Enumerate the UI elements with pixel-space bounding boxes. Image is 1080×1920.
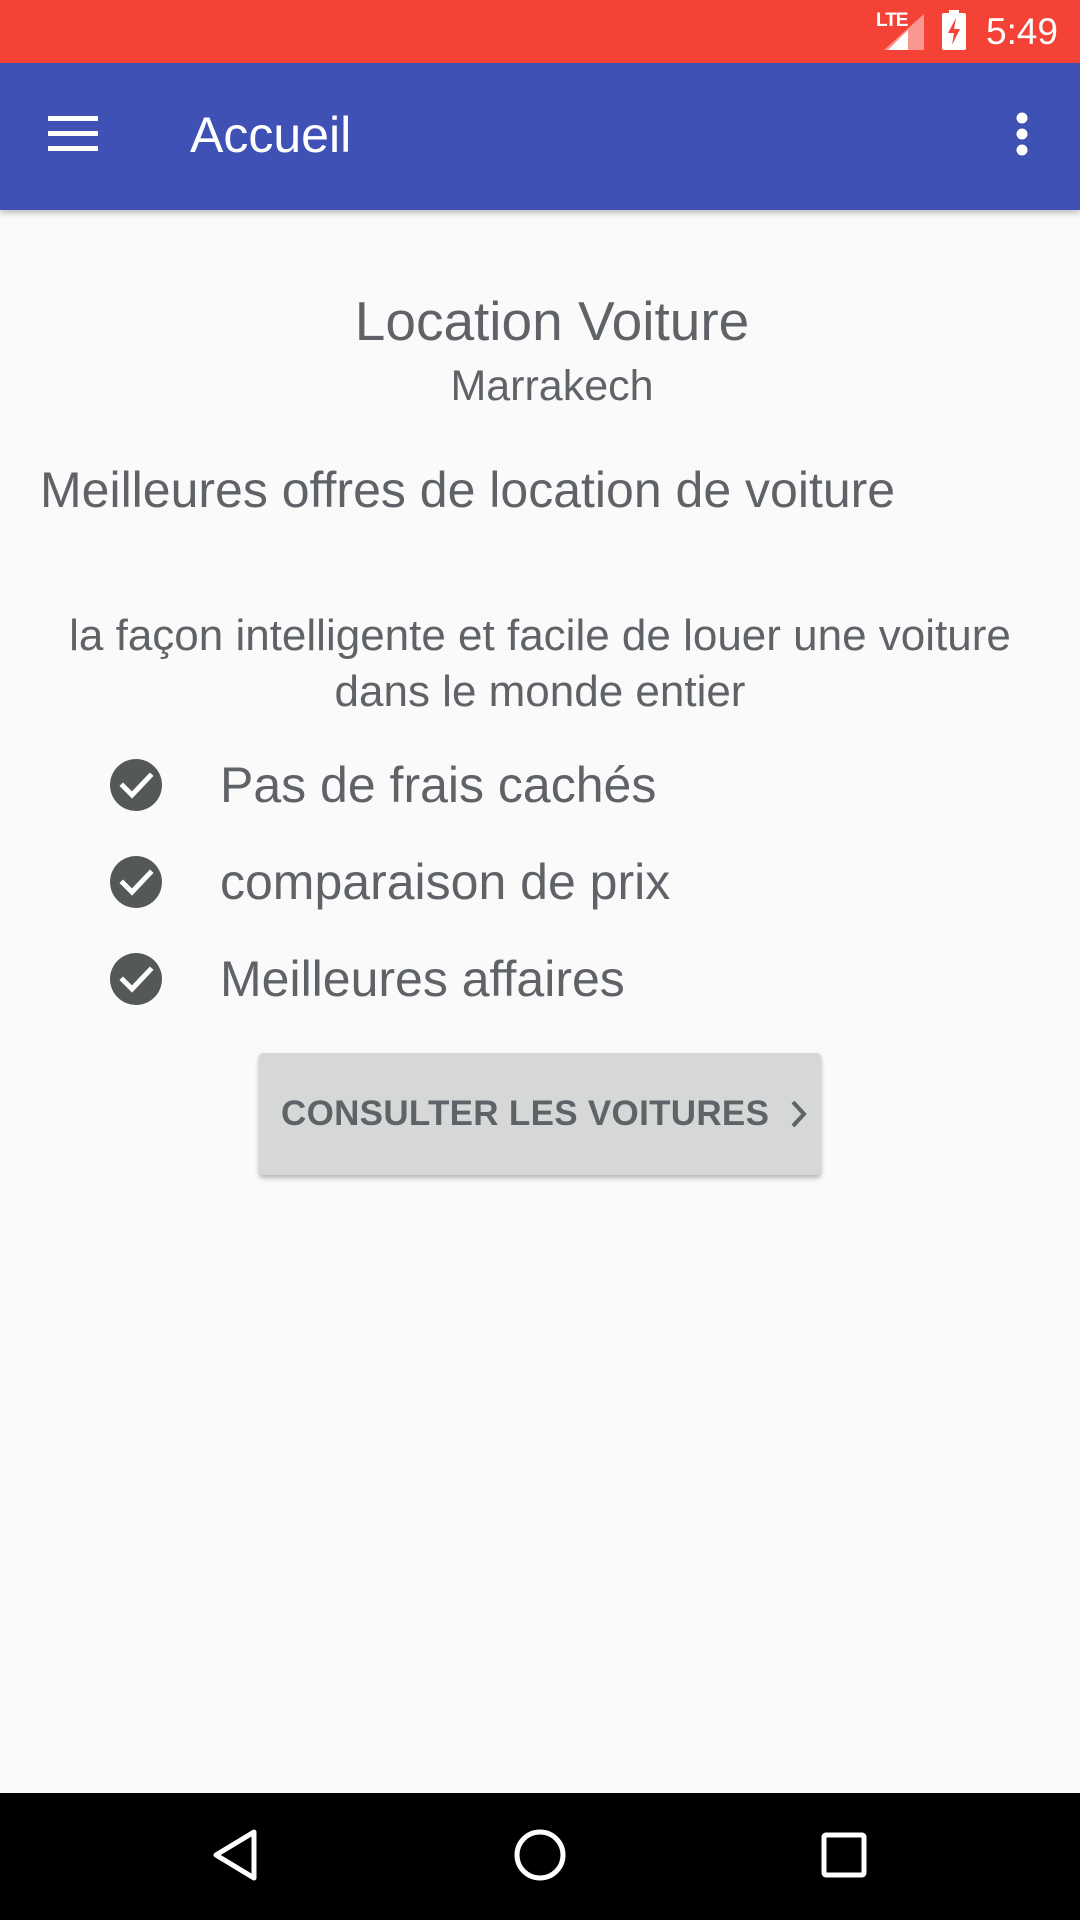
home-button[interactable] [502,1819,578,1895]
page-title: Accueil [190,107,352,163]
recents-square-icon [820,1831,868,1884]
back-button[interactable] [197,1819,273,1895]
app-bar: Accueil [0,63,1080,210]
more-vertical-icon [1015,112,1029,161]
overflow-menu-button[interactable] [990,101,1054,171]
feature-label: Meilleures affaires [220,951,625,1007]
consult-cars-button[interactable]: CONSULTER LES VOITURES [259,1053,821,1175]
feature-label: Pas de frais cachés [220,757,657,813]
feature-item: Meilleures affaires [108,944,625,1014]
chevron-right-icon [789,1099,809,1129]
signal-icon [884,14,924,55]
home-circle-icon [513,1828,567,1887]
feature-item: comparaison de prix [108,847,670,917]
status-time: 5:49 [986,11,1059,52]
navigation-bar [0,1793,1080,1920]
feature-label: comparaison de prix [220,854,671,910]
check-circle-icon [108,854,164,910]
menu-button[interactable] [28,101,118,171]
tagline: la façon intelligente et facile de louer… [69,611,1011,716]
consult-cars-label: CONSULTER LES VOITURES [281,1094,770,1133]
recents-button[interactable] [806,1819,882,1895]
feature-item: Pas de frais cachés [108,750,656,820]
brand-title: Location Voiture [354,290,750,352]
hamburger-menu-icon [48,115,98,157]
back-triangle-icon [210,1828,260,1887]
main-content: Location Voiture Marrakech Meilleures of… [0,210,1080,1793]
screen: LTE 5:49 Accueil Location Voiture Marrak… [0,0,1080,1920]
battery-charging-icon [940,10,968,55]
brand-city: Marrakech [450,362,654,410]
check-circle-icon [108,951,164,1007]
status-bar: LTE 5:49 [0,0,1080,63]
headline: Meilleures offres de location de voiture [40,462,896,518]
check-circle-icon [108,757,164,813]
